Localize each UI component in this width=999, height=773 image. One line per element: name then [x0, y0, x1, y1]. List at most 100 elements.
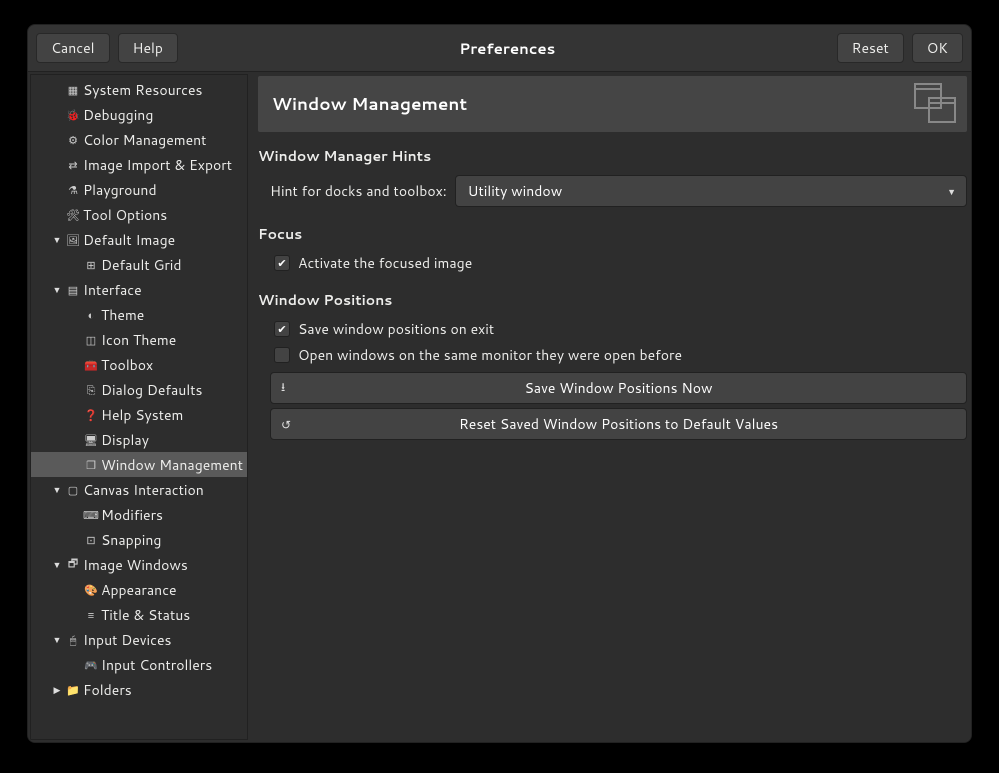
same-monitor-label: Open windows on the same monitor they we… [298, 345, 682, 365]
save-icon: ⭳ [281, 378, 285, 399]
tree-item-label: Display [101, 430, 149, 450]
tree-item-input-devices[interactable]: ▼🖱Input Devices [31, 627, 247, 652]
chip-icon: ▦ [65, 82, 81, 98]
toolbox-icon: 🧰 [83, 357, 99, 373]
expander-icon[interactable]: ▼ [51, 283, 63, 296]
tree-item-label: Folders [83, 680, 132, 700]
tree-item-help-system[interactable]: ❓Help System [31, 402, 247, 427]
imagewin-icon: 🗗 [65, 557, 81, 573]
hint-combo-value: Utility window [468, 181, 563, 201]
preferences-tree[interactable]: ▦System Resources🐞Debugging⚙Color Manage… [30, 74, 248, 740]
activate-focused-label: Activate the focused image [298, 253, 472, 273]
tree-item-label: Debugging [83, 105, 153, 125]
tree-item-display[interactable]: 🖥Display [31, 427, 247, 452]
titlestatus-icon: ≡ [83, 607, 99, 623]
save-on-exit-label: Save window positions on exit [298, 319, 494, 339]
section-focus: Focus ✔ Activate the focused image [258, 224, 967, 276]
tree-item-label: Tool Options [83, 205, 167, 225]
hint-combo[interactable]: Utility window ▼ [455, 175, 967, 207]
same-monitor-checkbox[interactable] [274, 347, 290, 363]
importexport-icon: ⇄ [65, 157, 81, 173]
section-window-positions: Window Positions ✔ Save window positions… [258, 290, 967, 444]
content-pane: Window Management Window Manager Hints H… [250, 74, 969, 740]
tree-item-icon-theme[interactable]: ◫Icon Theme [31, 327, 247, 352]
tree-item-image-windows[interactable]: ▼🗗Image Windows [31, 552, 247, 577]
section-window-manager-hints: Window Manager Hints Hint for docks and … [258, 146, 967, 210]
help-icon: ❓ [83, 407, 99, 423]
tree-item-window-management[interactable]: ❐Window Management [31, 452, 247, 477]
save-on-exit-checkbox[interactable]: ✔ [274, 321, 290, 337]
tree-item-tool-options[interactable]: 🛠Tool Options [31, 202, 247, 227]
tree-item-label: Window Management [101, 455, 243, 475]
tree-item-label: Snapping [101, 530, 161, 550]
window-management-icon [911, 80, 959, 128]
interface-icon: ▤ [65, 282, 81, 298]
tree-item-canvas-interaction[interactable]: ▼▢Canvas Interaction [31, 477, 247, 502]
reset-icon: ↺ [281, 416, 291, 433]
help-button[interactable]: Help [118, 33, 178, 63]
tree-item-default-grid[interactable]: ⊞Default Grid [31, 252, 247, 277]
tree-item-theme[interactable]: ◐Theme [31, 302, 247, 327]
expander-icon[interactable]: ▼ [51, 233, 63, 246]
tree-item-appearance[interactable]: 🎨Appearance [31, 577, 247, 602]
expander-icon[interactable]: ▼ [51, 483, 63, 496]
tree-item-label: Playground [83, 180, 157, 200]
tree-item-label: Help System [101, 405, 183, 425]
tree-item-label: Input Devices [83, 630, 171, 650]
modifiers-icon: ⌨ [83, 507, 99, 523]
tree-item-label: Dialog Defaults [101, 380, 202, 400]
tree-item-title-status[interactable]: ≡Title & Status [31, 602, 247, 627]
reset-button[interactable]: Reset [837, 33, 904, 63]
tree-item-label: Interface [83, 280, 142, 300]
tree-item-label: Title & Status [101, 605, 190, 625]
cancel-button[interactable]: Cancel [36, 33, 110, 63]
tree-item-label: Image Import & Export [83, 155, 232, 175]
tree-item-debugging[interactable]: 🐞Debugging [31, 102, 247, 127]
tree-item-snapping[interactable]: ⊡Snapping [31, 527, 247, 552]
tree-item-label: System Resources [83, 80, 202, 100]
canvas-icon: ▢ [65, 482, 81, 498]
tree-item-color-management[interactable]: ⚙Color Management [31, 127, 247, 152]
tooloptions-icon: 🛠 [65, 207, 81, 223]
image-icon: 🖼 [65, 232, 81, 248]
hint-label: Hint for docks and toolbox: [270, 181, 447, 201]
tree-item-toolbox[interactable]: 🧰Toolbox [31, 352, 247, 377]
inputdev-icon: 🖱 [65, 632, 81, 648]
expander-icon[interactable]: ▼ [51, 633, 63, 646]
colors-icon: ⚙ [65, 132, 81, 148]
tree-item-interface[interactable]: ▼▤Interface [31, 277, 247, 302]
tree-item-label: Appearance [101, 580, 177, 600]
save-positions-now-button[interactable]: ⭳ Save Window Positions Now [270, 372, 967, 404]
tree-item-system-resources[interactable]: ▦System Resources [31, 77, 247, 102]
preferences-dialog: Cancel Help Preferences Reset OK ▦System… [27, 24, 972, 743]
expander-icon[interactable]: ▶ [51, 683, 63, 696]
windowmgmt-icon: ❐ [83, 457, 99, 473]
dialog-title: Preferences [186, 38, 829, 59]
expander-icon[interactable]: ▼ [51, 558, 63, 571]
reset-saved-positions-button[interactable]: ↺ Reset Saved Window Positions to Defaul… [270, 408, 967, 440]
tree-item-playground[interactable]: ⚗Playground [31, 177, 247, 202]
button-label: Save Window Positions Now [525, 378, 713, 398]
tree-item-dialog-defaults[interactable]: ⎘Dialog Defaults [31, 377, 247, 402]
tree-item-label: Canvas Interaction [83, 480, 204, 500]
tree-item-modifiers[interactable]: ⌨Modifiers [31, 502, 247, 527]
activate-focused-checkbox[interactable]: ✔ [274, 255, 290, 271]
tree-item-label: Input Controllers [101, 655, 212, 675]
tree-item-folders[interactable]: ▶📁Folders [31, 677, 247, 702]
dialog-icon: ⎘ [83, 382, 99, 398]
tree-item-default-image[interactable]: ▼🖼Default Image [31, 227, 247, 252]
tree-item-label: Icon Theme [101, 330, 176, 350]
grid-icon: ⊞ [83, 257, 99, 273]
chevron-down-icon: ▼ [947, 185, 956, 198]
tree-item-input-controllers[interactable]: 🎮Input Controllers [31, 652, 247, 677]
ok-button[interactable]: OK [912, 33, 963, 63]
tree-item-label: Modifiers [101, 505, 163, 525]
section-title: Focus [258, 224, 967, 244]
controllers-icon: 🎮 [83, 657, 99, 673]
page-title: Window Management [272, 92, 467, 116]
section-title: Window Manager Hints [258, 146, 967, 166]
content-header: Window Management [258, 76, 967, 132]
display-icon: 🖥 [83, 432, 99, 448]
tree-item-label: Default Image [83, 230, 175, 250]
tree-item-image-import-export[interactable]: ⇄Image Import & Export [31, 152, 247, 177]
